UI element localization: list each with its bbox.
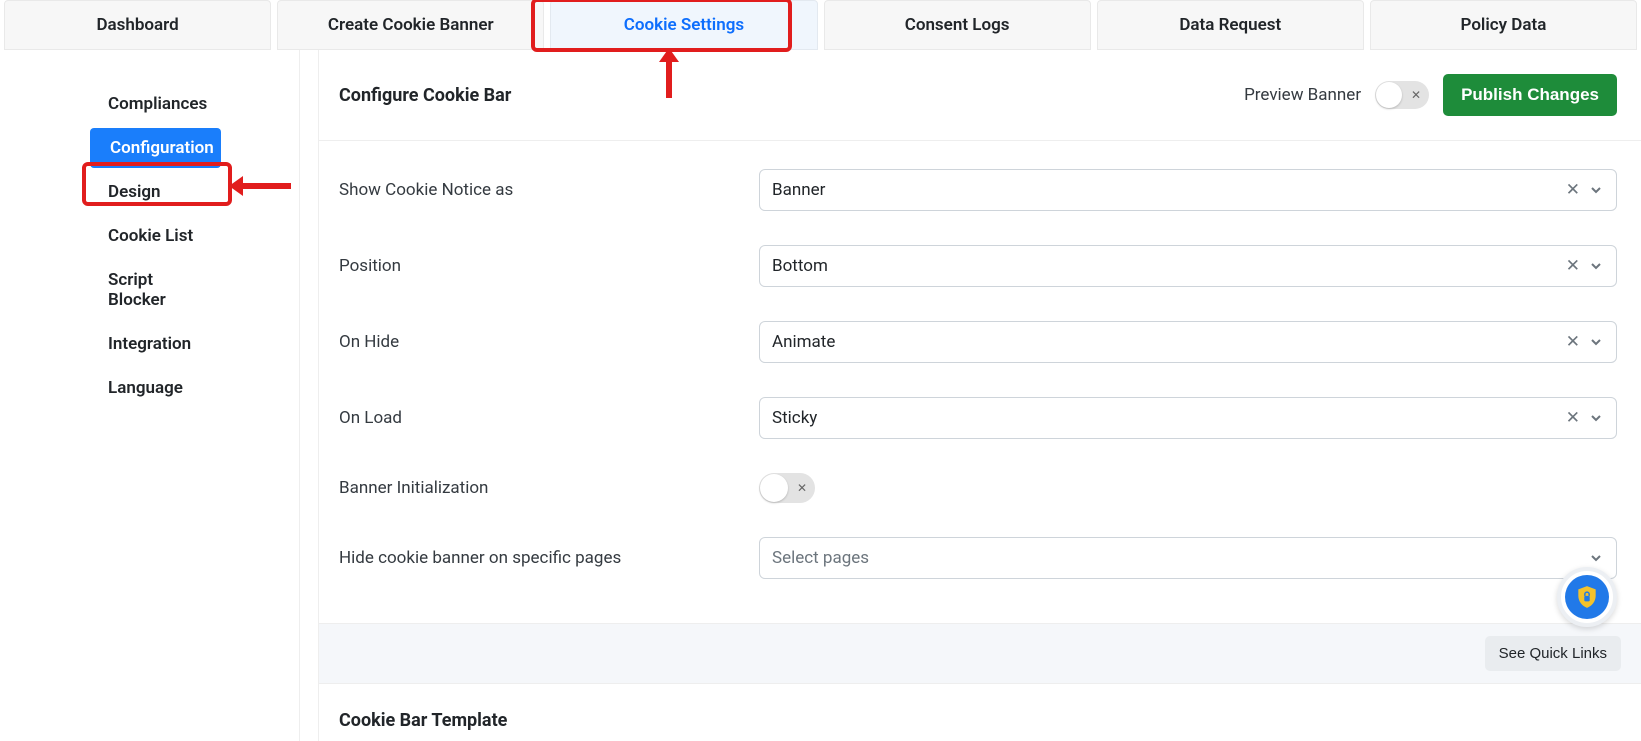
tab-cookie-settings[interactable]: Cookie Settings [550,0,817,50]
sidebar-item-compliances[interactable]: Compliances [78,84,229,124]
toggle-off-icon: ✕ [797,481,807,495]
clear-icon[interactable]: ✕ [1566,180,1580,200]
tab-consent-logs[interactable]: Consent Logs [824,0,1091,50]
tab-dashboard[interactable]: Dashboard [4,0,271,50]
publish-changes-button[interactable]: Publish Changes [1443,74,1617,116]
preview-banner-label: Preview Banner [1244,85,1361,105]
on-hide-value: Animate [772,332,835,352]
sidebar: Compliances Configuration Design Cookie … [0,50,300,741]
on-load-label: On Load [339,408,759,428]
hide-pages-label: Hide cookie banner on specific pages [339,548,759,568]
sidebar-item-configuration[interactable]: Configuration [90,128,221,168]
chevron-down-icon [1588,550,1604,566]
quick-links-bar: See Quick Links [319,623,1641,684]
hide-pages-placeholder: Select pages [772,548,869,568]
banner-initialization-label: Banner Initialization [339,478,759,498]
on-load-value: Sticky [772,408,817,428]
chevron-down-icon [1588,334,1604,350]
see-quick-links-button[interactable]: See Quick Links [1485,636,1621,671]
on-hide-label: On Hide [339,332,759,352]
preview-banner-toggle[interactable]: ✕ [1375,81,1429,109]
sidebar-item-integration[interactable]: Integration [78,324,229,364]
tab-create-cookie-banner[interactable]: Create Cookie Banner [277,0,544,50]
floating-help-badge[interactable] [1557,567,1617,627]
chevron-down-icon [1588,182,1604,198]
on-hide-select[interactable]: Animate ✕ [759,321,1617,363]
sidebar-item-script-blocker[interactable]: Script Blocker [78,260,229,320]
sidebar-item-cookie-list[interactable]: Cookie List [78,216,229,256]
toggle-off-icon: ✕ [1411,88,1421,102]
sidebar-item-design[interactable]: Design [78,172,229,212]
position-value: Bottom [772,256,828,276]
on-load-select[interactable]: Sticky ✕ [759,397,1617,439]
hide-pages-select[interactable]: Select pages ✕ [759,537,1617,579]
tab-data-request[interactable]: Data Request [1097,0,1364,50]
banner-initialization-toggle[interactable]: ✕ [759,473,815,503]
content: Configure Cookie Bar Preview Banner ✕ Pu… [318,50,1641,741]
clear-icon[interactable]: ✕ [1566,408,1580,428]
clear-icon[interactable]: ✕ [1566,332,1580,352]
show-cookie-notice-label: Show Cookie Notice as [339,180,759,200]
position-label: Position [339,256,759,276]
chevron-down-icon [1588,410,1604,426]
tab-policy-data[interactable]: Policy Data [1370,0,1637,50]
content-header: Configure Cookie Bar Preview Banner ✕ Pu… [319,50,1641,141]
clear-icon[interactable]: ✕ [1566,256,1580,276]
configure-form: Show Cookie Notice as Banner ✕ Position [319,141,1641,623]
sidebar-item-language[interactable]: Language [78,368,229,408]
annotation-arrow-left-icon [243,183,291,189]
show-cookie-notice-value: Banner [772,180,825,200]
chevron-down-icon [1588,258,1604,274]
cookie-bar-template-title: Cookie Bar Template [319,684,1641,741]
position-select[interactable]: Bottom ✕ [759,245,1617,287]
page-title: Configure Cookie Bar [339,85,511,106]
show-cookie-notice-select[interactable]: Banner ✕ [759,169,1617,211]
annotation-arrow-up-icon [666,62,672,98]
top-tabs: Dashboard Create Cookie Banner Cookie Se… [0,0,1641,50]
shield-lock-icon [1574,584,1600,610]
